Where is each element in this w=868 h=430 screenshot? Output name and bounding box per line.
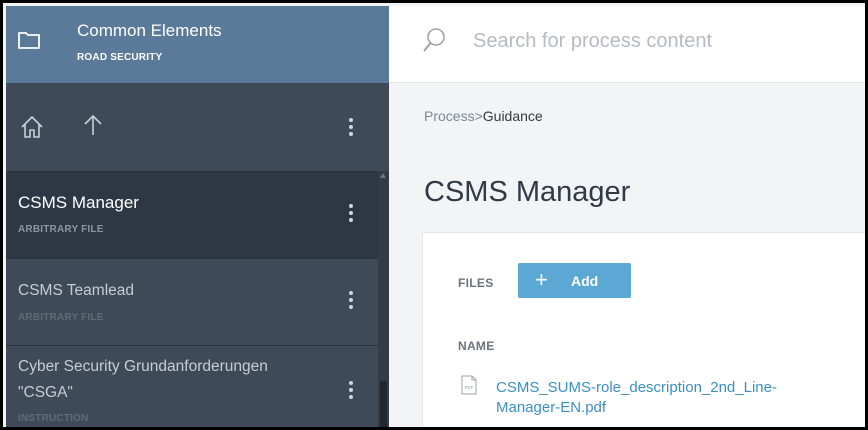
search-bar <box>389 6 865 83</box>
app-window: Common Elements ROAD SECURITY CSMS Manag… <box>0 0 868 430</box>
navigation-more-icon[interactable] <box>348 118 354 140</box>
add-file-button[interactable]: + Add <box>518 263 631 298</box>
breadcrumb: Process>Guidance <box>424 108 543 124</box>
file-link[interactable]: CSMS_SUMS-role_description_2nd_Line-Mana… <box>496 378 836 418</box>
item-more-icon[interactable] <box>348 381 354 403</box>
sidebar-item-label: CSMS Teamlead <box>18 282 135 299</box>
home-icon[interactable] <box>20 115 44 139</box>
sidebar-item-type: ARBITRARY FILE <box>18 312 104 323</box>
name-column-header[interactable]: NAME <box>458 339 495 353</box>
sidebar-item-csms-manager[interactable]: CSMS Manager ARBITRARY FILE <box>6 171 378 258</box>
sidebar-item-cyber-security[interactable]: Cyber Security Grundanforderungen "CSGA"… <box>6 345 378 427</box>
pdf-icon-text: PDF <box>465 385 474 390</box>
workspace-header[interactable]: Common Elements ROAD SECURITY <box>6 6 389 83</box>
pdf-file-icon: PDF <box>461 375 477 395</box>
add-button-label: Add <box>571 273 599 289</box>
sidebar-item-type: ARBITRARY FILE <box>18 224 104 235</box>
page-title: CSMS Manager <box>424 176 631 208</box>
breadcrumb-current: Guidance <box>482 108 543 124</box>
files-label: FILES <box>458 276 494 290</box>
cursor-arrow-icon <box>846 426 862 427</box>
scroll-up-icon[interactable] <box>380 173 386 178</box>
sidebar-item-label: Cyber Security Grundanforderungen <box>18 358 268 375</box>
main-content: Process>Guidance CSMS Manager FILES + Ad… <box>389 6 865 427</box>
workspace-title: Common Elements <box>77 21 222 40</box>
breadcrumb-separator: > <box>474 108 483 124</box>
breadcrumb-link-process[interactable]: Process <box>424 108 475 124</box>
folder-icon <box>18 32 40 49</box>
plus-icon: + <box>535 267 548 292</box>
item-more-icon[interactable] <box>348 291 354 313</box>
navigation-bar <box>6 83 389 171</box>
sidebar-item-label: CSMS Manager <box>18 193 139 212</box>
sidebar-item-type: INSTRUCTION <box>18 413 89 424</box>
sidebar-item-csms-teamlead[interactable]: CSMS Teamlead ARBITRARY FILE <box>6 258 378 345</box>
sidebar-list: CSMS Manager ARBITRARY FILE CSMS Teamlea… <box>6 171 389 427</box>
scrollbar-thumb[interactable] <box>380 381 387 427</box>
workspace-subtitle: ROAD SECURITY <box>77 52 163 63</box>
files-card: FILES + Add NAME PDF CSMS_SUMS-role_desc… <box>422 232 865 427</box>
search-icon[interactable] <box>422 27 448 55</box>
sidebar-item-label-line2: "CSGA" <box>18 384 73 401</box>
sidebar: Common Elements ROAD SECURITY CSMS Manag… <box>6 6 389 427</box>
search-input[interactable] <box>473 23 853 59</box>
arrow-up-icon[interactable] <box>83 113 103 137</box>
item-more-icon[interactable] <box>348 204 354 226</box>
